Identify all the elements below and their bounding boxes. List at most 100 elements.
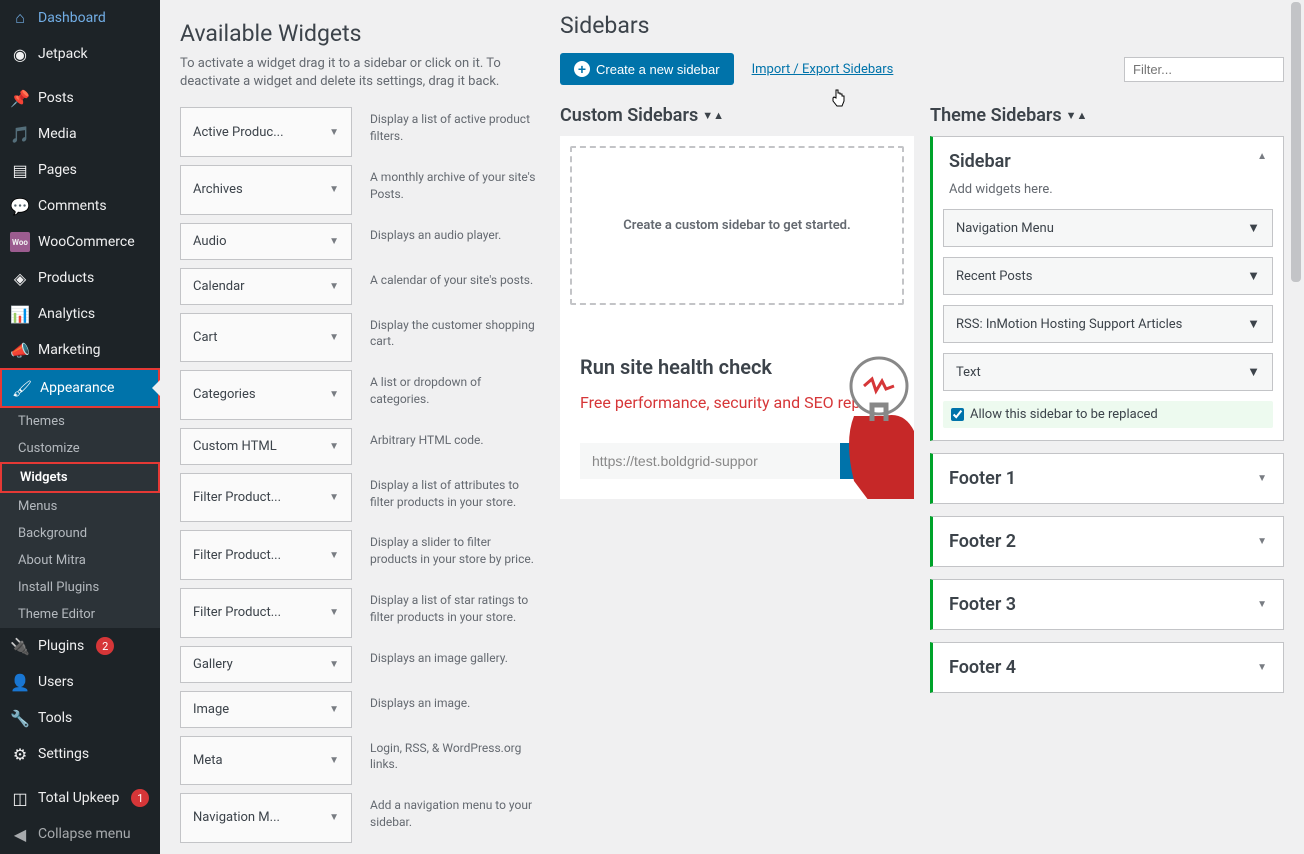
widget-card[interactable]: Active Produc...▼ (180, 107, 352, 157)
upkeep-badge: 1 (131, 789, 149, 807)
sub-widgets[interactable]: Widgets (0, 462, 160, 493)
chevron-down-icon: ▼ (329, 755, 339, 766)
scrollbar[interactable] (1288, 0, 1304, 854)
sub-background[interactable]: Background (0, 520, 160, 547)
widget-card[interactable]: Filter Product...▼ (180, 473, 352, 523)
allow-replace-checkbox[interactable] (951, 408, 964, 421)
widget-card[interactable]: Image▼ (180, 691, 352, 728)
nav-media[interactable]: 🎵Media (0, 116, 160, 152)
widget-name: Categories (193, 387, 256, 402)
sub-customize[interactable]: Customize (0, 435, 160, 462)
sub-about-mitra[interactable]: About Mitra (0, 547, 160, 574)
nav-posts[interactable]: 📌Posts (0, 80, 160, 116)
sub-menus[interactable]: Menus (0, 493, 160, 520)
nav-appearance[interactable]: 🖌Appearance (0, 368, 160, 408)
widget-desc: Add a navigation menu to your sidebar. (368, 793, 540, 843)
nav-marketing[interactable]: 📣Marketing (0, 332, 160, 368)
sort-icon[interactable]: ▼▲ (1066, 109, 1088, 122)
health-mascot-icon (824, 341, 914, 499)
allow-replace-row[interactable]: Allow this sidebar to be replaced (943, 401, 1273, 428)
plus-icon: + (574, 61, 590, 77)
nav-users[interactable]: 👤Users (0, 664, 160, 700)
nav-total-upkeep[interactable]: ◫Total Upkeep1 (0, 780, 160, 816)
marketing-icon: 📣 (10, 340, 30, 360)
scrollbar-thumb[interactable] (1291, 2, 1301, 282)
widget-desc: Display a slider to filter products in y… (368, 530, 540, 580)
chevron-down-icon: ▼ (1247, 364, 1260, 380)
widget-desc: Arbitrary HTML code. (368, 428, 540, 465)
widget-name: Audio (193, 234, 226, 249)
create-sidebar-button[interactable]: +Create a new sidebar (560, 53, 734, 85)
nav-jetpack[interactable]: ◉Jetpack (0, 36, 160, 72)
widget-desc: Display the customer shopping cart. (368, 313, 540, 363)
chevron-down-icon: ▼ (329, 492, 339, 503)
widget-card[interactable]: Custom HTML▼ (180, 428, 352, 465)
import-export-link[interactable]: Import / Export Sidebars (752, 62, 894, 77)
widget-card[interactable]: Cart ▼ (180, 313, 352, 363)
widget-desc: Displays an image gallery. (368, 646, 540, 683)
footer-sidebar-collapsed[interactable]: Footer 2▼ (930, 516, 1284, 567)
woo-icon: Woo (10, 232, 30, 252)
sidebars-title: Sidebars (560, 12, 650, 39)
filter-input[interactable] (1124, 57, 1284, 82)
sidebar-widget-item[interactable]: Navigation Menu ▼ (943, 209, 1273, 247)
footer-name: Footer 4 (949, 657, 1016, 678)
theme-sidebars-title: Theme Sidebars▼▲ (930, 105, 1284, 126)
sort-icon[interactable]: ▼▲ (702, 109, 724, 122)
health-url-input[interactable] (580, 443, 840, 479)
widget-card[interactable]: Gallery ▼ (180, 646, 352, 683)
theme-sidebars-section: Theme Sidebars▼▲ Sidebar ▲ Add widgets h… (930, 105, 1284, 705)
widget-desc: Display a list of active product filters… (368, 107, 540, 157)
widget-card[interactable]: Audio▼ (180, 223, 352, 260)
footer-sidebar-collapsed[interactable]: Footer 4▼ (930, 642, 1284, 693)
nav-pages[interactable]: ▤Pages (0, 152, 160, 188)
widget-card[interactable]: Filter Product...▼ (180, 530, 352, 580)
widget-card[interactable]: Filter Product...▼ (180, 588, 352, 638)
nav-plugins[interactable]: 🔌Plugins2 (0, 628, 160, 664)
nav-woocommerce[interactable]: WooWooCommerce (0, 224, 160, 260)
nav-dashboard[interactable]: ⌂Dashboard (0, 0, 160, 36)
footer-sidebar-collapsed[interactable]: Footer 3▼ (930, 579, 1284, 630)
widget-desc: A monthly archive of your site's Posts. (368, 165, 540, 215)
nav-analytics[interactable]: 📊Analytics (0, 296, 160, 332)
widget-desc: A list or dropdown of categories. (368, 370, 540, 420)
widget-name: Filter Product... (193, 548, 281, 563)
sidebar-widget-item[interactable]: Text▼ (943, 353, 1273, 391)
nav-comments[interactable]: 💬Comments (0, 188, 160, 224)
nav-tools[interactable]: 🔧Tools (0, 700, 160, 736)
widget-card[interactable]: Categories▼ (180, 370, 352, 420)
sub-install-plugins[interactable]: Install Plugins (0, 574, 160, 601)
appearance-submenu: Themes Customize Widgets Menus Backgroun… (0, 408, 160, 628)
widget-desc: Displays an image. (368, 691, 540, 728)
nav-collapse[interactable]: ◀Collapse menu (0, 816, 160, 852)
widget-name: Cart (193, 330, 218, 345)
collapse-icon[interactable]: ▲ (1257, 151, 1267, 162)
sidebar-widget-item[interactable]: RSS: InMotion Hosting Support Articles▼ (943, 305, 1273, 343)
custom-sidebar-dropzone[interactable]: Create a custom sidebar to get started. (570, 146, 904, 305)
widget-name: Gallery (193, 657, 233, 672)
footer-sidebar-collapsed[interactable]: Footer 1▼ (930, 453, 1284, 504)
tools-icon: 🔧 (10, 708, 30, 728)
sub-themes[interactable]: Themes (0, 408, 160, 435)
nav-products[interactable]: ◈Products (0, 260, 160, 296)
footer-name: Footer 3 (949, 594, 1016, 615)
widget-card[interactable]: Archives▼ (180, 165, 352, 215)
widget-name: Archives (193, 182, 243, 197)
brush-icon: 🖌 (12, 378, 32, 398)
products-icon: ◈ (10, 268, 30, 288)
upkeep-icon: ◫ (10, 788, 30, 808)
health-check-card: Run site health check Free performance, … (560, 331, 914, 499)
widget-card[interactable]: Meta▼ (180, 736, 352, 786)
sidebar-widget-item[interactable]: Recent Posts▼ (943, 257, 1273, 295)
widget-card[interactable]: Navigation M...▼ (180, 793, 352, 843)
widget-label: Navigation Menu (956, 221, 1054, 236)
chevron-down-icon: ▼ (1247, 220, 1260, 236)
widget-desc: Displays an audio player. (368, 223, 540, 260)
widget-card[interactable]: Calendar▼ (180, 268, 352, 305)
nav-settings[interactable]: ⚙Settings (0, 736, 160, 772)
main-content: Available Widgets To activate a widget d… (160, 0, 1304, 854)
widget-name: Navigation M... (193, 810, 280, 825)
sub-theme-editor[interactable]: Theme Editor (0, 601, 160, 628)
chevron-down-icon: ▼ (329, 659, 339, 670)
chevron-down-icon: ▼ (329, 332, 339, 343)
